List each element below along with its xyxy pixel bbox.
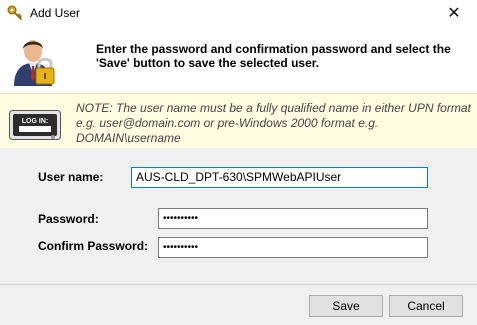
save-button[interactable]: Save xyxy=(309,295,383,317)
window-title: Add User xyxy=(30,6,81,20)
confirm-password-input[interactable]: •••••••••• xyxy=(158,237,428,258)
note-banner: LOG IN: NOTE: The user name must be a fu… xyxy=(0,93,477,149)
form-area: User name: AUS-CLD_DPT-630\SPMWebAPIUser… xyxy=(0,148,477,285)
footer-divider xyxy=(0,284,477,285)
title-bar: Add User ✕ xyxy=(0,0,477,30)
cancel-button[interactable]: Cancel xyxy=(389,295,463,317)
cancel-button-label: Cancel xyxy=(407,299,445,313)
key-icon xyxy=(7,5,22,20)
user-lock-icon xyxy=(14,40,55,86)
add-user-dialog: Add User ✕ Enter the password and confir… xyxy=(0,0,477,325)
login-icon-label: LOG IN: xyxy=(22,118,48,125)
username-label: User name: xyxy=(38,170,104,184)
header-instruction: Enter the password and confirmation pass… xyxy=(96,42,451,70)
username-input[interactable]: AUS-CLD_DPT-630\SPMWebAPIUser xyxy=(131,167,428,188)
save-button-label: Save xyxy=(332,299,360,313)
confirm-password-label: Confirm Password: xyxy=(38,239,149,253)
password-label: Password: xyxy=(38,212,99,226)
dialog-header: Enter the password and confirmation pass… xyxy=(0,30,477,93)
close-button[interactable]: ✕ xyxy=(431,0,477,30)
close-icon: ✕ xyxy=(447,5,461,22)
note-text: NOTE: The user name must be a fully qual… xyxy=(76,101,471,145)
password-input[interactable]: •••••••••• xyxy=(158,208,428,229)
login-icon: LOG IN: xyxy=(9,110,61,140)
